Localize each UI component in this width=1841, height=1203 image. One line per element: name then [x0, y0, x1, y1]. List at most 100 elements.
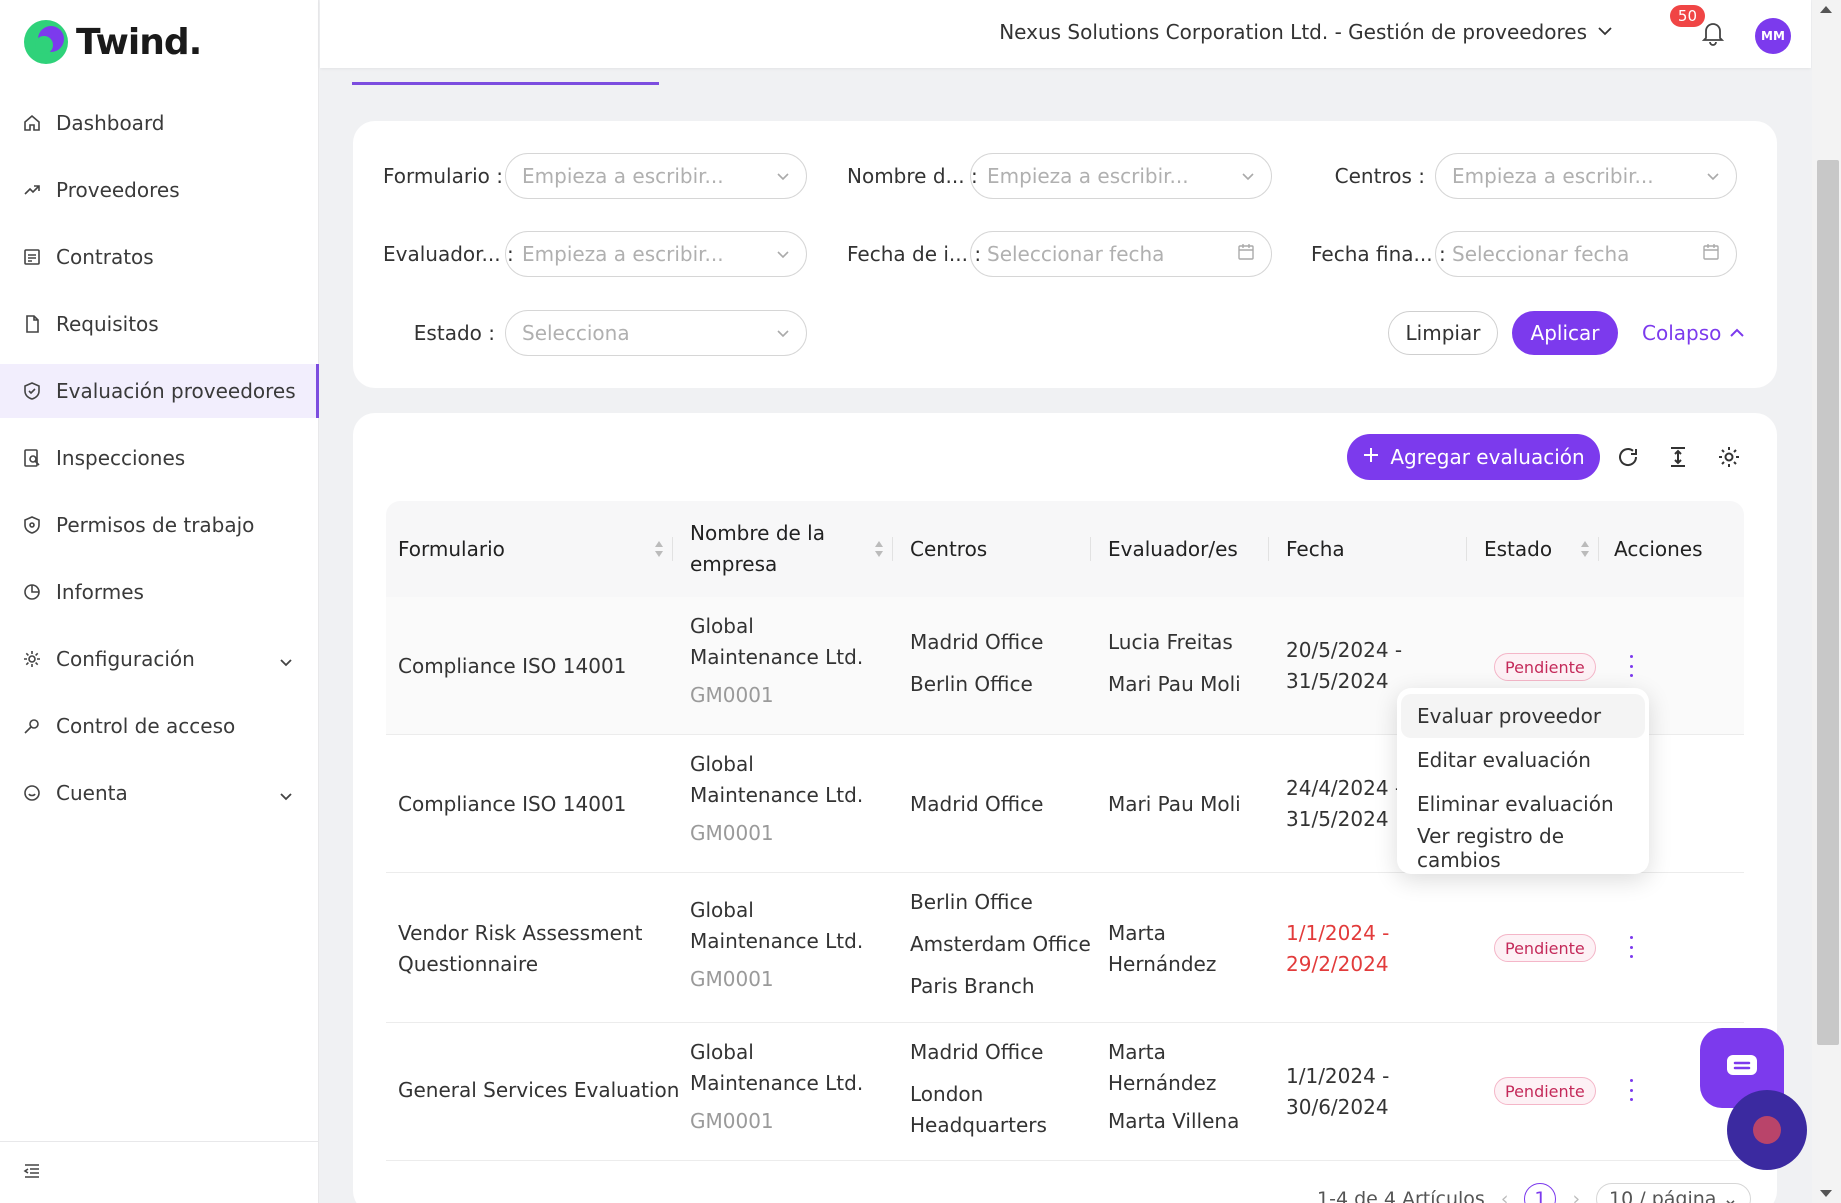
column-header-centros: Centros: [910, 536, 988, 561]
record-icon: [1753, 1116, 1781, 1144]
collapse-menu-icon[interactable]: [22, 1161, 42, 1185]
more-actions-icon[interactable]: [1628, 1079, 1634, 1101]
sidebar-item-label: Configuración: [56, 647, 195, 671]
org-selector[interactable]: Nexus Solutions Corporation Ltd. - Gesti…: [999, 20, 1613, 44]
brand-name: Twind.: [76, 21, 202, 63]
clear-button[interactable]: Limpiar: [1388, 311, 1498, 355]
sidebar-item-dashboard[interactable]: Dashboard: [0, 96, 319, 150]
page-size-select[interactable]: 10 / página ⌄: [1596, 1183, 1752, 1203]
sidebar-item-requisitos[interactable]: Requisitos: [0, 297, 319, 351]
scroll-down-arrow[interactable]: [1820, 1190, 1832, 1197]
page-scrollbar[interactable]: [1812, 0, 1841, 1203]
cell-evaluador: Mari Pau Moli: [1108, 792, 1241, 816]
column-header-empresa[interactable]: Nombre de la empresa: [690, 501, 860, 597]
sidebar-item-label: Requisitos: [56, 312, 159, 336]
nombre-select[interactable]: Empieza a escribir...: [970, 153, 1272, 199]
more-actions-icon[interactable]: [1628, 936, 1634, 958]
sort-icon[interactable]: [874, 539, 884, 559]
cell-fecha-overdue: 1/1/2024 - 29/2/2024: [1286, 921, 1390, 976]
logo[interactable]: Twind.: [22, 18, 202, 66]
row-density-icon[interactable]: [1665, 444, 1691, 470]
menu-item-registro[interactable]: Ver registro de cambios: [1401, 824, 1645, 872]
menu-item-editar[interactable]: Editar evaluación: [1401, 738, 1645, 782]
cell-centro: Madrid Office: [910, 1040, 1044, 1064]
chevron-up-icon: [1729, 321, 1745, 345]
apply-button[interactable]: Aplicar: [1512, 311, 1618, 355]
sidebar-item-inspecciones[interactable]: Inspecciones: [0, 431, 319, 485]
add-evaluation-button[interactable]: Agregar evaluación: [1347, 434, 1600, 480]
next-page-icon[interactable]: ›: [1572, 1188, 1580, 1203]
estado-select[interactable]: Selecciona: [505, 310, 807, 356]
cell-evaluador: Mari Pau Moli: [1108, 672, 1241, 696]
cell-fecha: 1/1/2024 - 30/6/2024: [1286, 1064, 1390, 1119]
bell-icon[interactable]: [1701, 20, 1725, 50]
sidebar: Twind. Dashboard Proveedores Contratos R…: [0, 0, 319, 1203]
settings-icon[interactable]: [1716, 444, 1742, 470]
sort-icon[interactable]: [654, 539, 664, 559]
contract-icon: [22, 247, 42, 267]
reload-icon[interactable]: [1615, 444, 1641, 470]
collapse-link[interactable]: Colapso: [1642, 321, 1745, 345]
more-actions-icon[interactable]: [1628, 655, 1634, 677]
status-badge: Pendiente: [1494, 1077, 1596, 1105]
sidebar-footer: [0, 1141, 319, 1203]
avatar[interactable]: MM: [1755, 18, 1791, 54]
cell-formulario: Compliance ISO 14001: [398, 792, 627, 816]
evaluador-select[interactable]: Empieza a escribir...: [505, 231, 807, 277]
sidebar-item-control-acceso[interactable]: Control de acceso: [0, 699, 319, 753]
column-divider: [1090, 537, 1091, 561]
status-badge: Pendiente: [1494, 934, 1596, 962]
sidebar-item-label: Inspecciones: [56, 446, 186, 470]
chevron-down-icon: [776, 164, 790, 188]
column-header-estado[interactable]: Estado: [1484, 501, 1584, 597]
centros-select[interactable]: Empieza a escribir...: [1435, 153, 1737, 199]
record-button[interactable]: [1727, 1090, 1807, 1170]
cell-evaluador: Marta Hernández: [1108, 921, 1217, 976]
fecha-inicio-picker[interactable]: Seleccionar fecha: [970, 231, 1272, 277]
menu-item-eliminar[interactable]: Eliminar evaluación: [1401, 782, 1645, 826]
sidebar-item-contratos[interactable]: Contratos: [0, 230, 319, 284]
scroll-thumb[interactable]: [1817, 160, 1839, 1045]
topbar: Nexus Solutions Corporation Ltd. - Gesti…: [320, 0, 1811, 85]
cell-centro: Berlin Office: [910, 890, 1033, 914]
filter-label: Evaluador... :: [383, 242, 514, 266]
sidebar-item-proveedores[interactable]: Proveedores: [0, 163, 319, 217]
filter-nombre: Nombre d... : Empieza a escribir...: [847, 153, 1272, 199]
sort-icon[interactable]: [1580, 539, 1590, 559]
sidebar-item-evaluacion-proveedores[interactable]: Evaluación proveedores: [0, 364, 319, 418]
fecha-fin-picker[interactable]: Seleccionar fecha: [1435, 231, 1737, 277]
scroll-up-arrow[interactable]: [1820, 6, 1832, 13]
cell-codigo: GM0001: [690, 1109, 774, 1133]
formulario-select[interactable]: Empieza a escribir...: [505, 153, 807, 199]
sidebar-item-permisos[interactable]: Permisos de trabajo: [0, 498, 319, 552]
filter-label: Estado :: [413, 321, 495, 345]
column-divider: [1598, 537, 1599, 561]
table-header: Formulario Nombre de la empresa Centros …: [386, 501, 1744, 597]
sidebar-item-informes[interactable]: Informes: [0, 565, 319, 619]
filter-label: Centros :: [1334, 164, 1425, 188]
column-header-fecha: Fecha: [1286, 536, 1345, 561]
cell-fecha: 20/5/2024 - 31/5/2024: [1286, 638, 1403, 693]
column-header-formulario[interactable]: Formulario: [398, 501, 628, 597]
sidebar-item-label: Control de acceso: [56, 714, 236, 738]
table-row[interactable]: Vendor Risk Assessment Questionnaire Glo…: [386, 873, 1744, 1023]
column-divider: [1466, 537, 1467, 561]
cell-formulario: Compliance ISO 14001: [398, 654, 627, 678]
page-number[interactable]: 1: [1524, 1183, 1557, 1203]
org-name: Nexus Solutions Corporation Ltd. - Gesti…: [999, 20, 1587, 44]
column-header-acciones: Acciones: [1614, 536, 1703, 561]
cell-codigo: GM0001: [690, 967, 774, 991]
chevron-down-icon: [776, 321, 790, 345]
key-icon: [22, 716, 42, 736]
chevron-down-icon: [279, 784, 293, 808]
table-row[interactable]: General Services Evaluation Global Maint…: [386, 1023, 1744, 1161]
chevron-down-icon: [776, 242, 790, 266]
prev-page-icon[interactable]: ‹: [1501, 1188, 1509, 1203]
sidebar-item-cuenta[interactable]: Cuenta: [0, 766, 319, 820]
cell-evaluador: Marta Villena: [1108, 1109, 1240, 1133]
column-header-evaluadores: Evaluador/es: [1108, 536, 1238, 561]
smile-icon: [22, 783, 42, 803]
menu-item-evaluar[interactable]: Evaluar proveedor: [1401, 694, 1645, 738]
shield-check-icon: [22, 381, 42, 401]
sidebar-item-configuracion[interactable]: Configuración: [0, 632, 319, 686]
